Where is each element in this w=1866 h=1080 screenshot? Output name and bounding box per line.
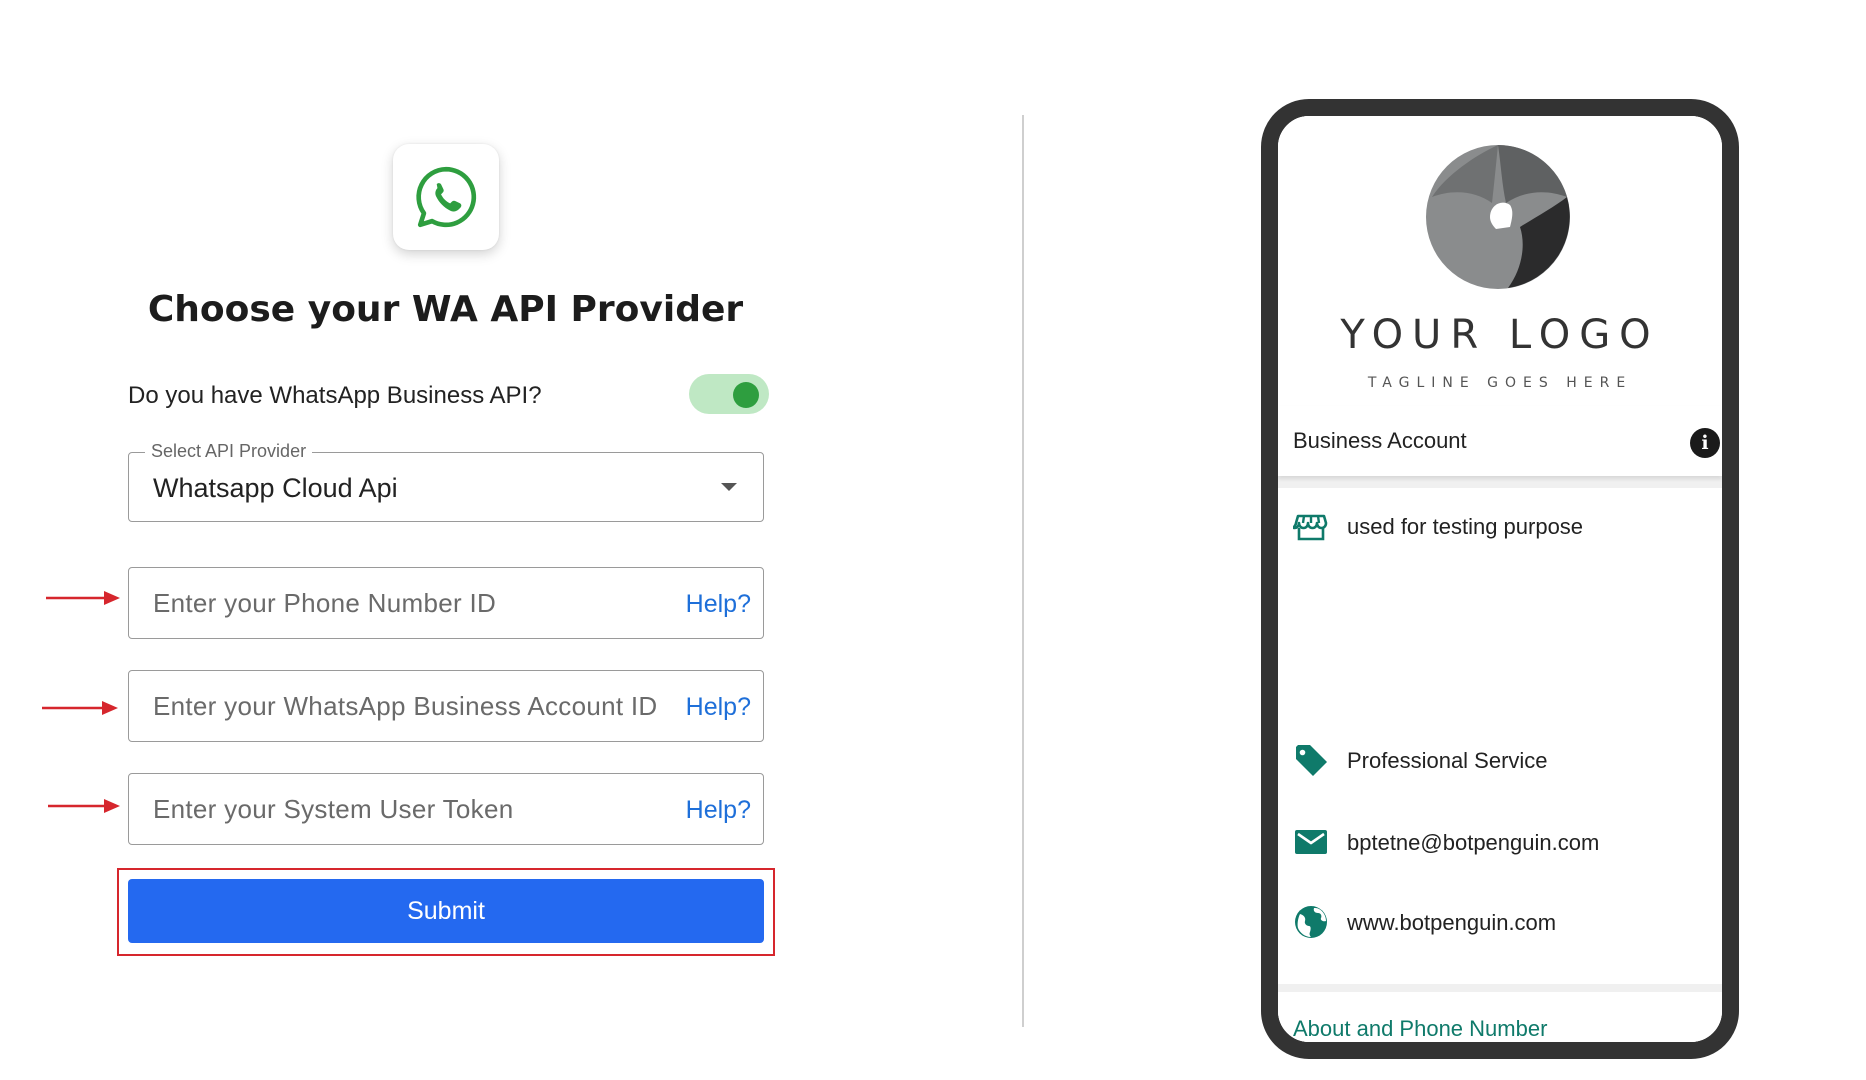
whatsapp-api-toggle[interactable] <box>689 374 769 414</box>
business-account-header: Business Account i <box>1278 406 1722 476</box>
brand-logo-text: YOUR LOGO <box>1340 312 1660 358</box>
submit-button[interactable]: Submit <box>128 879 764 943</box>
select-legend: Select API Provider <box>145 441 313 462</box>
email-text[interactable]: bptetne@botpenguin.com <box>1347 830 1599 856</box>
detail-description: used for testing purpose <box>1293 508 1713 548</box>
website-text[interactable]: www.botpenguin.com <box>1347 910 1556 936</box>
toggle-label: Do you have WhatsApp Business API? <box>128 382 542 409</box>
help-link-business-account-id[interactable]: Help? <box>686 693 751 722</box>
about-and-phone-link[interactable]: About and Phone Number <box>1293 1016 1547 1042</box>
help-link-system-user-token[interactable]: Help? <box>686 796 751 825</box>
chevron-down-icon <box>721 483 737 491</box>
whatsapp-logo-card <box>393 144 499 250</box>
arrow-right-icon <box>46 591 120 605</box>
business-details: used for testing purpose Professional Se… <box>1278 488 1722 984</box>
detail-website: www.botpenguin.com <box>1293 904 1713 944</box>
info-icon[interactable]: i <box>1690 428 1720 458</box>
business-account-id-input[interactable] <box>151 685 675 727</box>
business-account-title: Business Account <box>1293 428 1467 453</box>
category-text: Professional Service <box>1347 748 1548 773</box>
page-title: Choose your WA API Provider <box>147 289 744 330</box>
phone-screen: YOUR LOGO TAGLINE GOES HERE Business Acc… <box>1278 116 1722 1042</box>
system-user-token-field: Help? <box>128 773 764 845</box>
globe-icon <box>1295 906 1327 938</box>
system-user-token-input[interactable] <box>151 788 675 830</box>
whatsapp-icon <box>416 166 477 228</box>
api-provider-select[interactable]: Select API Provider Whatsapp Cloud Api <box>128 441 764 522</box>
detail-category: Professional Service <box>1293 742 1713 782</box>
select-value: Whatsapp Cloud Api <box>153 473 398 503</box>
vertical-divider <box>1022 115 1024 1027</box>
store-icon <box>1293 514 1328 541</box>
about-bar: About and Phone Number <box>1278 992 1722 1042</box>
phone-number-id-input[interactable] <box>151 582 675 624</box>
detail-email: bptetne@botpenguin.com <box>1293 824 1713 864</box>
help-link-phone-number-id[interactable]: Help? <box>686 590 751 619</box>
brand-logo-area: YOUR LOGO TAGLINE GOES HERE <box>1278 116 1722 406</box>
brand-tagline: TAGLINE GOES HERE <box>1367 375 1633 391</box>
business-account-id-field: Help? <box>128 670 764 742</box>
arrow-right-icon <box>42 701 118 715</box>
phone-preview: YOUR LOGO TAGLINE GOES HERE Business Acc… <box>1261 99 1739 1059</box>
brand-logo-icon <box>1426 145 1570 289</box>
arrow-right-icon <box>48 799 120 813</box>
tag-icon <box>1296 745 1327 776</box>
phone-number-id-field: Help? <box>128 567 764 639</box>
description-text: used for testing purpose <box>1347 514 1584 539</box>
whatsapp-api-toggle-row: Do you have WhatsApp Business API? <box>128 372 769 418</box>
toggle-thumb <box>733 382 759 408</box>
mail-icon <box>1295 830 1327 854</box>
